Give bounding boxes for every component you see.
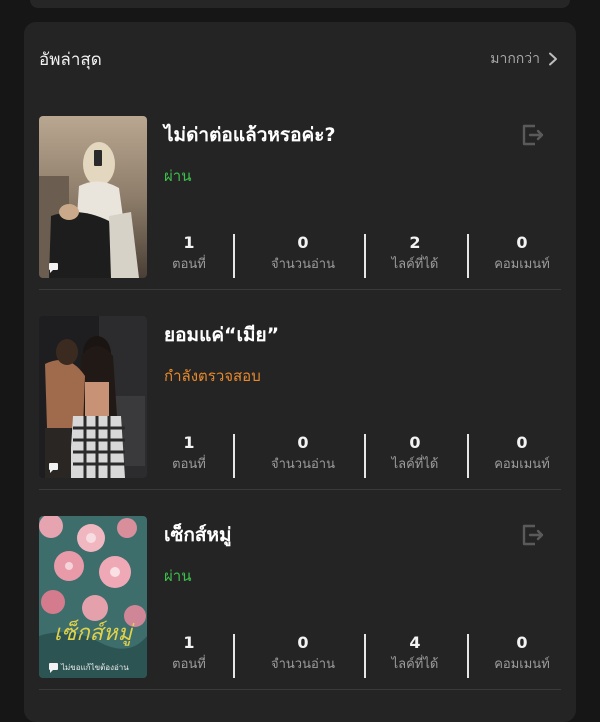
section-title: อัพล่าสุด xyxy=(39,50,102,70)
row-divider xyxy=(39,489,561,490)
story-status: ผ่าน xyxy=(164,167,192,185)
cover-caption: ไม่ขอแก้ไขต้องอ่าน xyxy=(61,663,129,672)
stat-label: คอมเมนท์ xyxy=(494,257,550,272)
stat-divider xyxy=(467,434,469,478)
row-divider xyxy=(39,289,561,290)
stat-label: ไลค์ที่ได้ xyxy=(391,657,439,672)
more-label: มากกว่า xyxy=(490,51,540,67)
stat-value: 2 xyxy=(409,233,421,252)
chevron-right-icon xyxy=(549,52,557,66)
stat-reads: 0 จำนวนอ่าน xyxy=(261,432,345,478)
stat-label: จำนวนอ่าน xyxy=(271,457,335,472)
stat-value: 1 xyxy=(183,633,195,652)
stat-value: 1 xyxy=(183,433,195,452)
stat-episodes: 1 ตอนที่ xyxy=(165,432,213,478)
chat-badge-icon xyxy=(49,463,58,473)
stat-divider xyxy=(233,434,235,478)
stat-episodes: 1 ตอนที่ xyxy=(165,632,213,678)
stat-value: 0 xyxy=(409,433,421,452)
stat-label: ตอนที่ xyxy=(172,257,206,272)
stat-value: 0 xyxy=(297,433,309,452)
stat-label: ไลค์ที่ได้ xyxy=(391,457,439,472)
stat-comments: 0 คอมเมนท์ xyxy=(483,632,561,678)
story-title[interactable]: ไม่ด่าต่อแล้วหรอค่ะ? xyxy=(164,120,335,150)
stat-label: ตอนที่ xyxy=(172,657,206,672)
story-item[interactable]: ยอมแค่“เมีย” กำลังตรวจสอบ 1 ตอนที่ 0 จำน… xyxy=(39,316,561,478)
stat-label: ตอนที่ xyxy=(172,457,206,472)
story-cover-image[interactable] xyxy=(39,116,147,278)
stat-label: คอมเมนท์ xyxy=(494,657,550,672)
stat-divider xyxy=(467,634,469,678)
card-header: อัพล่าสุด มากกว่า xyxy=(39,44,560,74)
stat-value: 0 xyxy=(297,633,309,652)
story-item[interactable]: เซ็กส์หมู่ ไม่ขอแก้ไขต้องอ่าน เซ็กส์หมู่… xyxy=(39,516,561,678)
stat-divider xyxy=(364,434,366,478)
stat-comments: 0 คอมเมนท์ xyxy=(483,232,561,278)
chat-badge-icon xyxy=(49,263,58,273)
stat-divider xyxy=(364,234,366,278)
stat-episodes: 1 ตอนที่ xyxy=(165,232,213,278)
stat-comments: 0 คอมเมนท์ xyxy=(483,432,561,478)
latest-updates-card: อัพล่าสุด มากกว่า ไม่ด่าต่อแล้วหรอค่ะ? ผ… xyxy=(24,22,576,722)
story-cover-image[interactable]: เซ็กส์หมู่ ไม่ขอแก้ไขต้องอ่าน xyxy=(39,516,147,678)
story-status: กำลังตรวจสอบ xyxy=(164,367,261,385)
stat-likes: 2 ไลค์ที่ได้ xyxy=(379,232,451,278)
stat-divider xyxy=(467,234,469,278)
stat-divider xyxy=(364,634,366,678)
chat-badge-icon xyxy=(49,663,58,673)
previous-card-edge xyxy=(30,0,570,8)
stat-label: จำนวนอ่าน xyxy=(271,657,335,672)
stat-value: 0 xyxy=(516,433,528,452)
stat-divider xyxy=(233,234,235,278)
svg-text:เซ็กส์หมู่: เซ็กส์หมู่ xyxy=(54,619,135,646)
story-title[interactable]: ยอมแค่“เมีย” xyxy=(164,320,279,350)
stat-label: ไลค์ที่ได้ xyxy=(391,257,439,272)
exit-icon[interactable] xyxy=(519,522,545,548)
more-link[interactable]: มากกว่า xyxy=(490,48,560,70)
stat-value: 0 xyxy=(516,633,528,652)
stat-value: 1 xyxy=(183,233,195,252)
stat-likes: 4 ไลค์ที่ได้ xyxy=(379,632,451,678)
story-stats: 1 ตอนที่ 0 จำนวนอ่าน 0 ไลค์ที่ได้ 0 คอมเ… xyxy=(149,432,561,478)
story-cover-image[interactable] xyxy=(39,316,147,478)
stat-divider xyxy=(233,634,235,678)
story-status: ผ่าน xyxy=(164,567,192,585)
story-title[interactable]: เซ็กส์หมู่ xyxy=(164,520,232,550)
stat-reads: 0 จำนวนอ่าน xyxy=(261,232,345,278)
stat-value: 0 xyxy=(516,233,528,252)
story-item[interactable]: ไม่ด่าต่อแล้วหรอค่ะ? ผ่าน 1 ตอนที่ 0 จำน… xyxy=(39,116,561,278)
stat-likes: 0 ไลค์ที่ได้ xyxy=(379,432,451,478)
stat-label: คอมเมนท์ xyxy=(494,457,550,472)
stat-reads: 0 จำนวนอ่าน xyxy=(261,632,345,678)
stat-value: 4 xyxy=(409,633,421,652)
stat-label: จำนวนอ่าน xyxy=(271,257,335,272)
stat-value: 0 xyxy=(297,233,309,252)
story-stats: 1 ตอนที่ 0 จำนวนอ่าน 4 ไลค์ที่ได้ 0 คอมเ… xyxy=(149,632,561,678)
story-stats: 1 ตอนที่ 0 จำนวนอ่าน 2 ไลค์ที่ได้ 0 คอมเ… xyxy=(149,232,561,278)
row-divider xyxy=(39,689,561,690)
exit-icon[interactable] xyxy=(519,122,545,148)
